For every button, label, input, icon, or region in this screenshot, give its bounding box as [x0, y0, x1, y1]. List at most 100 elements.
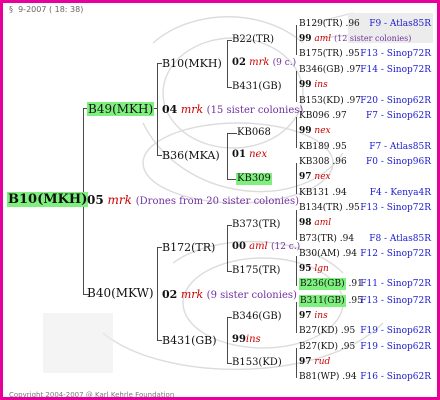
breed-mark: aml [314, 34, 332, 44]
lineage-code: F19 - Sinop62R [360, 342, 431, 352]
g4-node: B175(TR) [299, 49, 343, 59]
copyright-footer: Copyright 2004-2007 @ Karl Kehrle Founda… [9, 391, 175, 399]
g3-node: B346(GB) [232, 311, 282, 322]
year-mark: 99 [299, 126, 312, 136]
lineage-code: F13 - Sinop72R [360, 203, 431, 213]
insemination-rate: .96 [332, 157, 347, 167]
root-queen: B10(MKH) [7, 192, 89, 207]
connector-line [296, 348, 297, 378]
g4-row: B27(KD) .95 F19 - Sinop62R [299, 343, 431, 352]
year-mark: 99 [232, 334, 246, 345]
year-mark: 98 [299, 218, 312, 228]
g4-drone-line: 97 rud [299, 358, 330, 367]
year-mark: 99 [299, 34, 312, 44]
g4-node: B236(GB) [299, 278, 346, 290]
root-drone-line: 05 mrk (Drones from 20 sister colonies) [87, 194, 299, 207]
connector-line [296, 25, 297, 55]
pedigree-frame: § 9-2007 ( 18: 38) B10(MKH) 05 mrk (Dron… [0, 0, 440, 400]
sister-colonies-note: (9 sister colonies) [206, 290, 297, 301]
year-mark: 99 [299, 80, 312, 90]
g4-node: B346(GB) [299, 65, 344, 75]
connector-line [227, 133, 228, 179]
year-mark: 01 [232, 149, 246, 160]
connector-line [296, 117, 297, 148]
breed-mark: mrk [180, 288, 204, 301]
year-mark: 02 [162, 288, 178, 301]
insemination-rate: .96 [345, 19, 360, 29]
g4-row: B27(KD) .95 F19 - Sinop62R [299, 327, 431, 336]
connector-line [227, 225, 228, 271]
breed-mark: ins [314, 80, 328, 90]
g2-drone-line-top: 04 mrk (15 sister colonies) [162, 104, 303, 116]
breed-mark: mrk [180, 103, 204, 116]
dam-node: B49(MKH) [87, 102, 155, 116]
year-mark: 05 [87, 193, 104, 207]
g4-node: B30(AM) [299, 249, 340, 259]
lineage-code: F16 - Sinop62R [360, 372, 431, 382]
insemination-rate: .94 [342, 249, 358, 259]
insemination-rate: .95 [340, 342, 356, 352]
g4-drone-line: 99 nex [299, 127, 331, 136]
lineage-code: F11 - Sinop72R [360, 279, 431, 289]
lineage-code: F9 - Atlas85R [369, 19, 431, 29]
g3-drone-line: 99ins [232, 335, 261, 345]
connector-line [296, 163, 297, 194]
insemination-rate: .94 [332, 188, 347, 198]
g2-node: B172(TR) [162, 241, 216, 254]
connector-line [296, 210, 297, 240]
breed-mark: mrk [249, 57, 270, 68]
insemination-rate: .97 [346, 65, 361, 75]
g4-row: B73(TR) .94 F8 - Atlas85R [299, 235, 431, 244]
lineage-code: F14 - Sinop72R [360, 65, 431, 75]
g3-drone-line: 01 nex [232, 150, 267, 160]
g4-node: B73(TR) [299, 234, 337, 244]
insemination-rate: .94 [342, 372, 357, 382]
g3-node: B22(TR) [232, 34, 275, 45]
lineage-code: F7 - Sinop62R [366, 111, 431, 121]
insemination-rate: .95 [340, 326, 356, 336]
insemination-rate: .97 [346, 96, 361, 106]
g4-node: B27(KD) [299, 342, 339, 352]
sister-colonies-note: (Drones from 20 sister colonies) [135, 196, 299, 207]
g4-node: KB096 [299, 111, 330, 121]
year-mark: 97 [299, 311, 312, 321]
breed-mark: aml [314, 218, 332, 228]
insemination-rate: .94 [339, 234, 355, 244]
breed-mark: ins [245, 334, 261, 345]
g3-node: KB068 [237, 127, 271, 138]
g4-row: B134(TR) .95 F13 - Sinop72R [299, 204, 431, 213]
connector-line [296, 302, 297, 333]
g2-node: B431(GB) [162, 334, 217, 347]
g2-drone-line-bottom: 02 mrk (9 sister colonies) [162, 289, 297, 301]
g4-row: B129(TR) .96 F9 - Atlas85R [299, 20, 431, 29]
g4-row: B236(GB) .91 F11 - Sinop72R [299, 278, 431, 290]
g4-node: KB308 [299, 157, 330, 167]
insemination-rate: .95 [332, 142, 347, 152]
year-mark: 02 [232, 57, 246, 68]
year-mark: 97 [299, 357, 312, 367]
g4-drone-line: 99 aml (12 sister colonies) [299, 35, 411, 44]
g3-drone-line: 02 mrk (9 c.) [232, 58, 296, 68]
lineage-code: F13 - Sinop72R [360, 49, 431, 59]
year-mark: 04 [162, 103, 178, 116]
g3-node: B373(TR) [232, 219, 281, 230]
g3-drone-line: 00 aml (12 c.) [232, 242, 300, 252]
g4-row: B81(WP) .94 F16 - Sinop62R [299, 373, 431, 382]
breed-mark: nex [249, 149, 268, 160]
g4-node: KB189 [299, 142, 330, 152]
g4-node: B81(WP) [299, 372, 340, 382]
g4-node: KB131 [299, 188, 330, 198]
g4-drone-line: 95 lgn [299, 265, 329, 274]
connector-line [157, 63, 158, 156]
g3-node: B153(KD) [232, 357, 282, 368]
g4-drone-line: 97 ins [299, 312, 328, 321]
g3-node: B175(TR) [232, 265, 281, 276]
breed-mark: rud [314, 357, 331, 367]
lineage-code: F20 - Sinop62R [360, 96, 431, 106]
g4-row: B346(GB) .97 F14 - Sinop72R [299, 66, 431, 75]
g4-row: KB308 .96 F0 - Sinop96R [299, 158, 431, 167]
g4-drone-line: 97 nex [299, 173, 331, 182]
g3-node: KB309 [236, 173, 272, 185]
g4-node: B311(GB) [299, 295, 346, 307]
connector-line [296, 256, 297, 286]
